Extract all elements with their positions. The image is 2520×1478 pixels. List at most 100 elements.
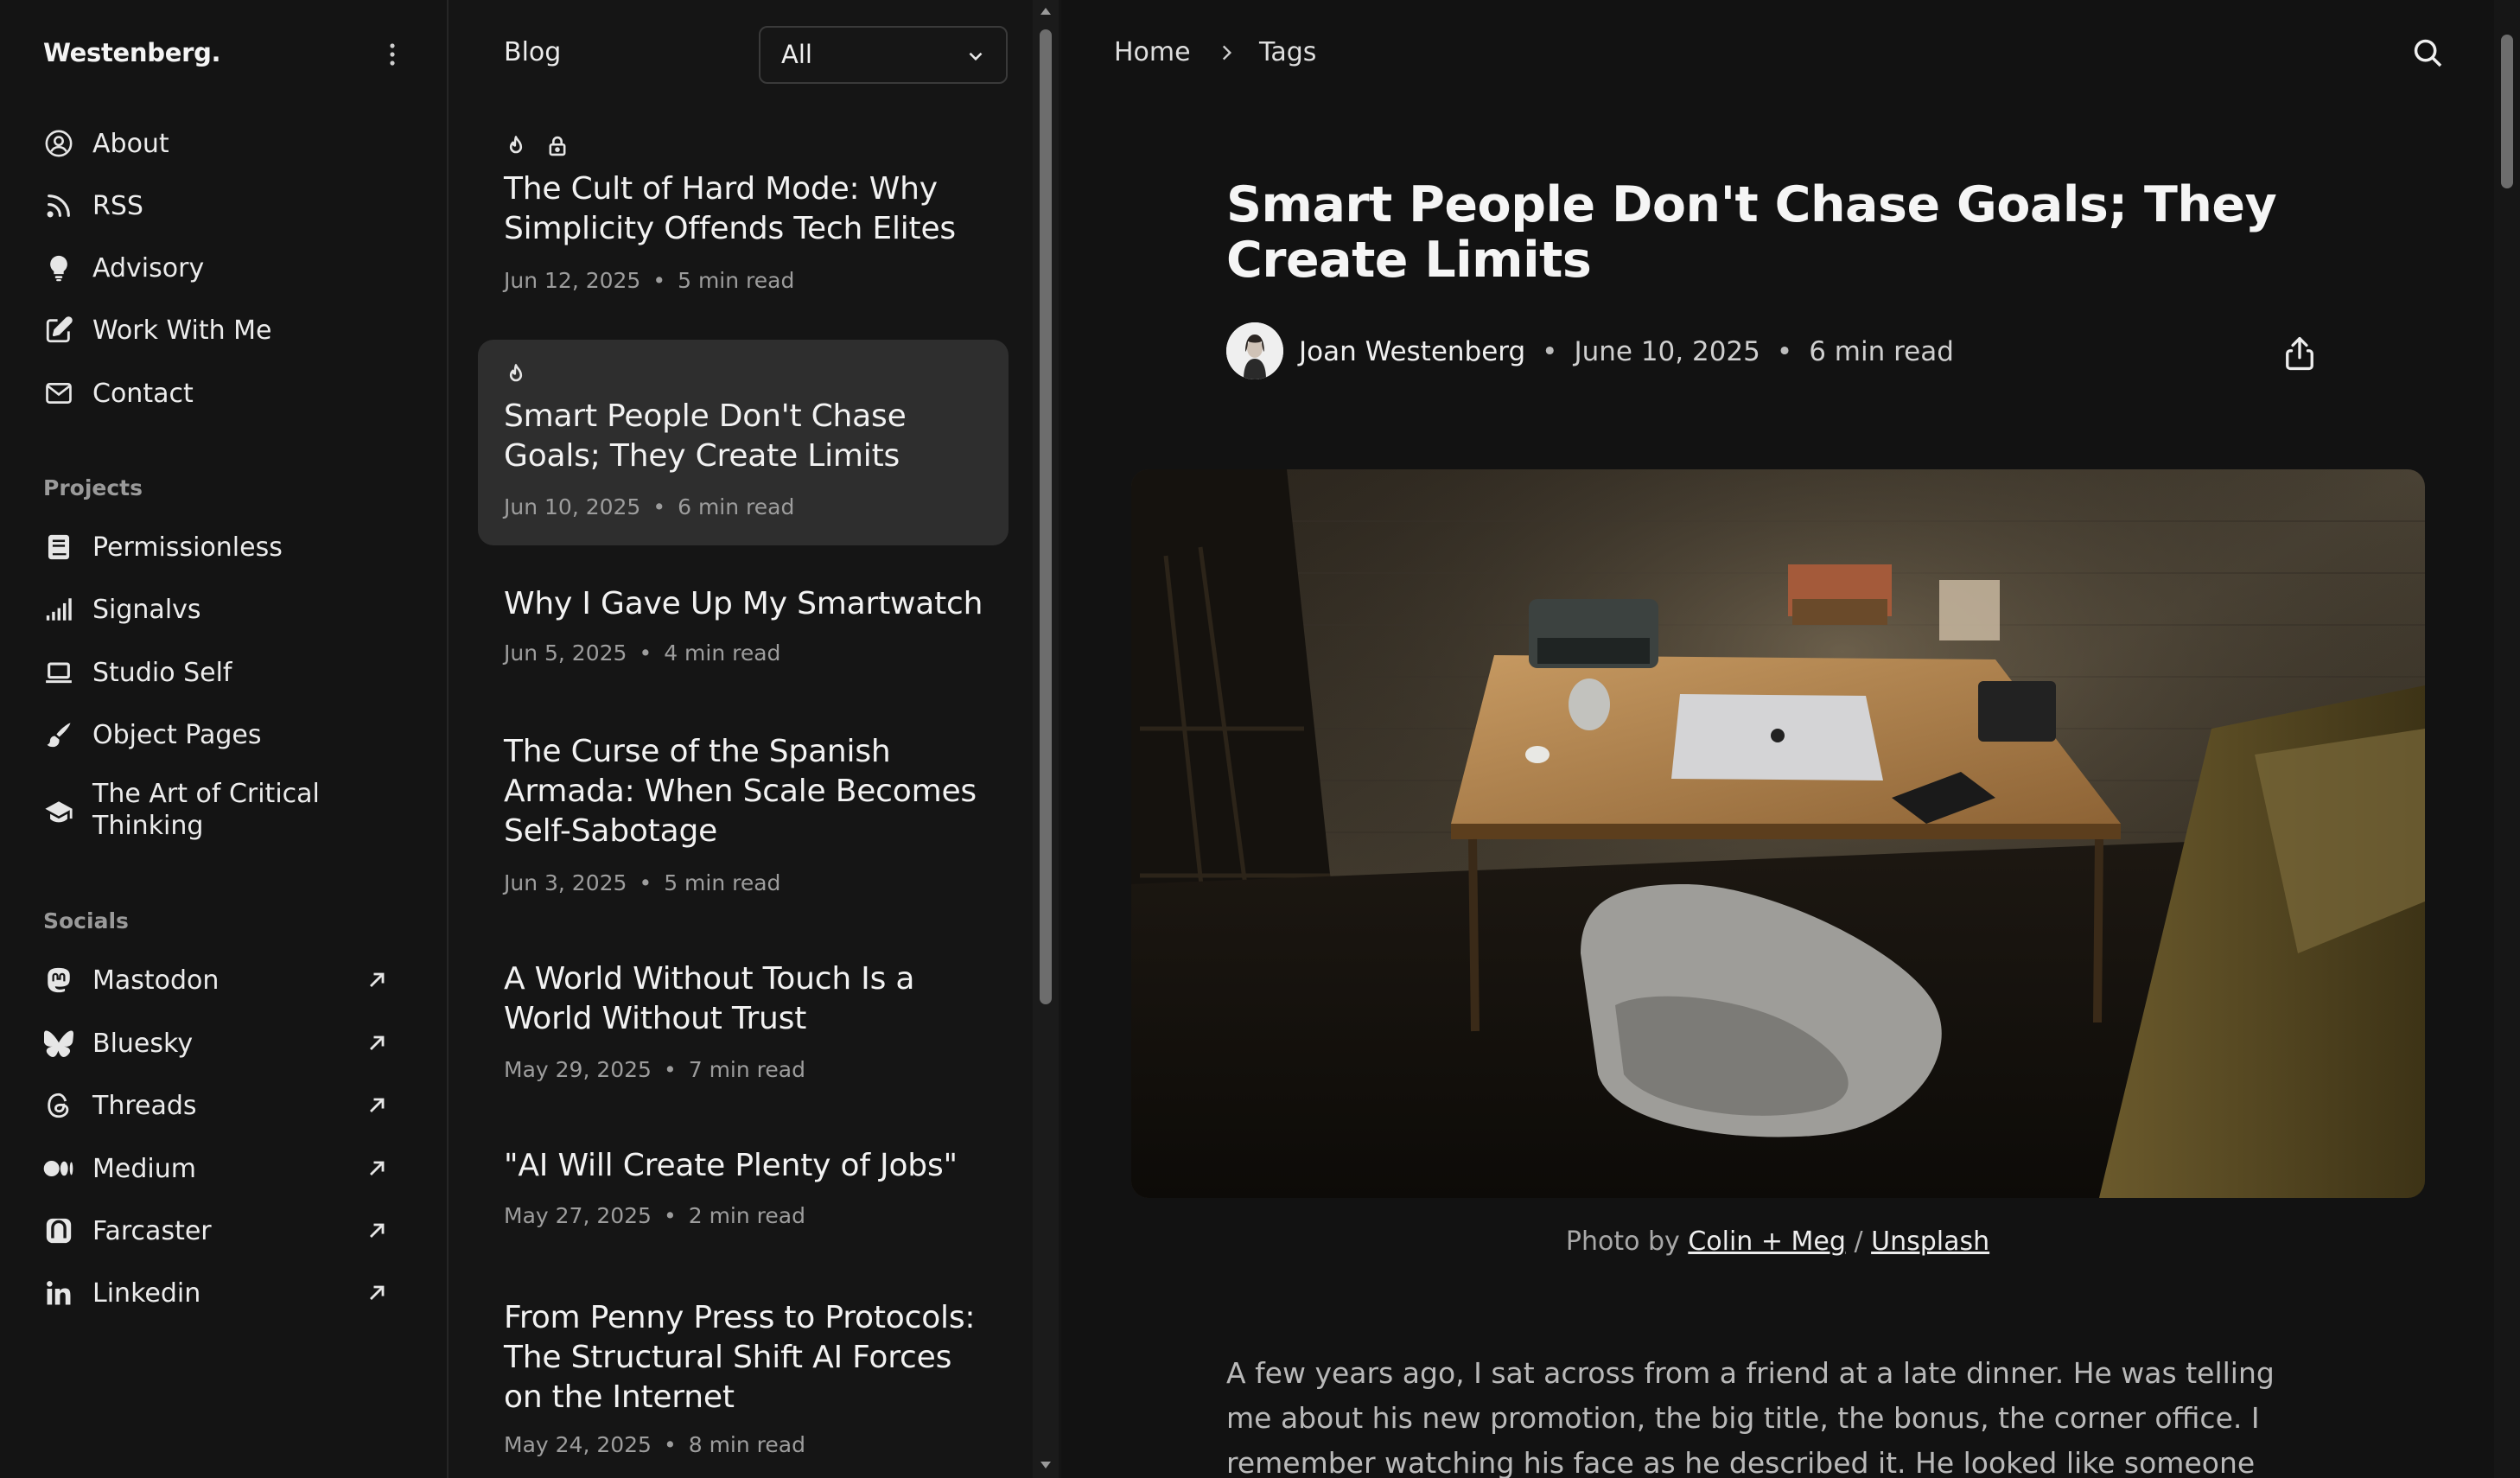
post-item[interactable]: A World Without Touch Is a World Without…: [478, 959, 1009, 1098]
graduation-cap-icon: [43, 797, 74, 828]
article-read-time: 6 min read: [1809, 336, 1954, 367]
nav-art-of-critical-thinking[interactable]: The Art of Critical Thinking: [43, 778, 406, 850]
nav-label: The Art of Critical Thinking: [92, 779, 320, 841]
rss-icon: [43, 190, 74, 221]
nav-label: Farcaster: [92, 1215, 212, 1246]
nav-label: Threads: [92, 1090, 197, 1121]
fire-icon: [504, 361, 528, 387]
post-date: Jun 12, 2025: [504, 268, 641, 293]
social-bluesky[interactable]: Bluesky: [43, 1024, 406, 1062]
article-byline: Joan Westenberg • June 10, 2025 • 6 min read: [1299, 336, 1954, 367]
nav-contact[interactable]: Contact: [43, 374, 406, 412]
post-read-time: 2 min read: [688, 1203, 805, 1228]
external-link-icon: [365, 1031, 389, 1055]
chevron-right-icon: [1215, 41, 1238, 64]
nav-rss[interactable]: RSS: [43, 187, 406, 225]
list-title: Blog: [504, 37, 562, 67]
image-caption: Photo by Colin + Meg / Unsplash: [1061, 1226, 2494, 1257]
social-linkedin[interactable]: Linkedin: [43, 1274, 406, 1312]
post-meta: Jun 10, 2025 • 6 min read: [504, 494, 795, 519]
sidebar: Westenberg. About RSS Advisory Work With…: [0, 0, 449, 1478]
linkedin-icon: [43, 1277, 74, 1309]
threads-icon: [43, 1090, 74, 1121]
breadcrumb-home[interactable]: Home: [1114, 37, 1191, 67]
social-farcaster[interactable]: Farcaster: [43, 1212, 406, 1250]
scroll-up-arrow-icon[interactable]: [1039, 5, 1053, 17]
article-scrollbar[interactable]: [2494, 0, 2520, 1478]
post-read-time: 7 min read: [688, 1057, 805, 1082]
bluesky-icon: [43, 1028, 74, 1059]
social-threads[interactable]: Threads: [43, 1086, 406, 1124]
edit-icon: [43, 315, 74, 346]
nav-advisory[interactable]: Advisory: [43, 249, 406, 287]
signal-icon: [43, 594, 74, 625]
nav-label: About: [92, 128, 169, 159]
post-meta: May 29, 2025 • 7 min read: [504, 1057, 805, 1082]
author-name[interactable]: Joan Westenberg: [1299, 336, 1525, 367]
nav-label: Work With Me: [92, 315, 272, 346]
post-item-active[interactable]: Smart People Don't Chase Goals; They Cre…: [478, 340, 1009, 545]
external-link-icon: [365, 1219, 389, 1243]
external-link-icon: [365, 968, 389, 992]
external-link-icon: [365, 1281, 389, 1305]
post-read-time: 4 min read: [664, 640, 781, 666]
post-date: May 27, 2025: [504, 1203, 652, 1228]
scroll-down-arrow-icon[interactable]: [1039, 1459, 1053, 1471]
mail-icon: [43, 378, 74, 409]
socials-heading: Socials: [43, 908, 129, 933]
article-title: Smart People Don't Chase Goals; They Cre…: [1226, 176, 2277, 289]
post-title: Why I Gave Up My Smartwatch: [504, 586, 983, 621]
brush-icon: [43, 719, 74, 750]
medium-icon: [43, 1153, 74, 1184]
chevron-down-icon: [964, 45, 987, 67]
search-icon[interactable]: [2411, 36, 2444, 69]
author-avatar[interactable]: [1226, 322, 1283, 379]
scrollbar-thumb[interactable]: [2501, 35, 2513, 188]
caption-source-link[interactable]: Unsplash: [1871, 1226, 1989, 1257]
nav-studio-self[interactable]: Studio Self: [43, 653, 406, 691]
post-meta: Jun 3, 2025 • 5 min read: [504, 870, 781, 895]
more-options-icon[interactable]: [382, 40, 403, 69]
post-item[interactable]: From Penny Press to Protocols: The Struc…: [478, 1298, 1009, 1478]
caption-separator: /: [1854, 1226, 1863, 1257]
lock-icon: [545, 133, 570, 159]
share-icon[interactable]: [2283, 335, 2316, 372]
nav-label: Bluesky: [92, 1028, 194, 1059]
nav-label: Linkedin: [92, 1277, 201, 1309]
nav-label: Advisory: [92, 252, 205, 283]
external-link-icon: [365, 1156, 389, 1181]
scrollbar-thumb[interactable]: [1040, 29, 1052, 1004]
nav-permissionless[interactable]: Permissionless: [43, 528, 406, 566]
site-brand[interactable]: Westenberg.: [43, 38, 221, 67]
mastodon-icon: [43, 965, 74, 996]
caption-author-link[interactable]: Colin + Meg: [1688, 1226, 1846, 1257]
post-list-scrollbar[interactable]: [1033, 0, 1059, 1478]
post-title: From Penny Press to Protocols: The Struc…: [504, 1300, 976, 1415]
social-mastodon[interactable]: Mastodon: [43, 961, 406, 999]
post-item[interactable]: Why I Gave Up My Smartwatch Jun 5, 2025 •…: [478, 584, 1009, 679]
post-date: May 24, 2025: [504, 1432, 652, 1457]
user-circle-icon: [43, 128, 74, 159]
nav-about[interactable]: About: [43, 124, 406, 162]
nav-label: Studio Self: [92, 657, 232, 688]
nav-signalvs[interactable]: Signalvs: [43, 590, 406, 628]
filter-value: All: [781, 40, 812, 69]
nav-label: RSS: [92, 190, 143, 221]
post-item[interactable]: The Curse of the Spanish Armada: When Sc…: [478, 732, 1009, 905]
nav-label: Contact: [92, 378, 194, 409]
nav-label: Object Pages: [92, 719, 262, 750]
post-meta: Jun 5, 2025 • 4 min read: [504, 640, 781, 666]
post-meta: May 24, 2025 • 8 min read: [504, 1432, 805, 1457]
post-date: Jun 3, 2025: [504, 870, 627, 895]
lightbulb-icon: [43, 252, 74, 283]
post-item[interactable]: The Cult of Hard Mode: Why Simplicity Of…: [478, 130, 1009, 303]
nav-label: Permissionless: [92, 532, 283, 563]
social-medium[interactable]: Medium: [43, 1150, 406, 1188]
nav-work-with-me[interactable]: Work With Me: [43, 311, 406, 349]
category-filter-select[interactable]: All: [759, 26, 1008, 84]
post-list-panel: Blog All The Cult of Hard Mode: Why Simp…: [450, 0, 1037, 1478]
breadcrumb-tags[interactable]: Tags: [1259, 37, 1316, 67]
article-body: A few years ago, I sat across from a fri…: [1226, 1356, 2275, 1478]
nav-object-pages[interactable]: Object Pages: [43, 716, 406, 754]
post-item[interactable]: "AI Will Create Plenty of Jobs" May 27, …: [478, 1146, 1009, 1241]
